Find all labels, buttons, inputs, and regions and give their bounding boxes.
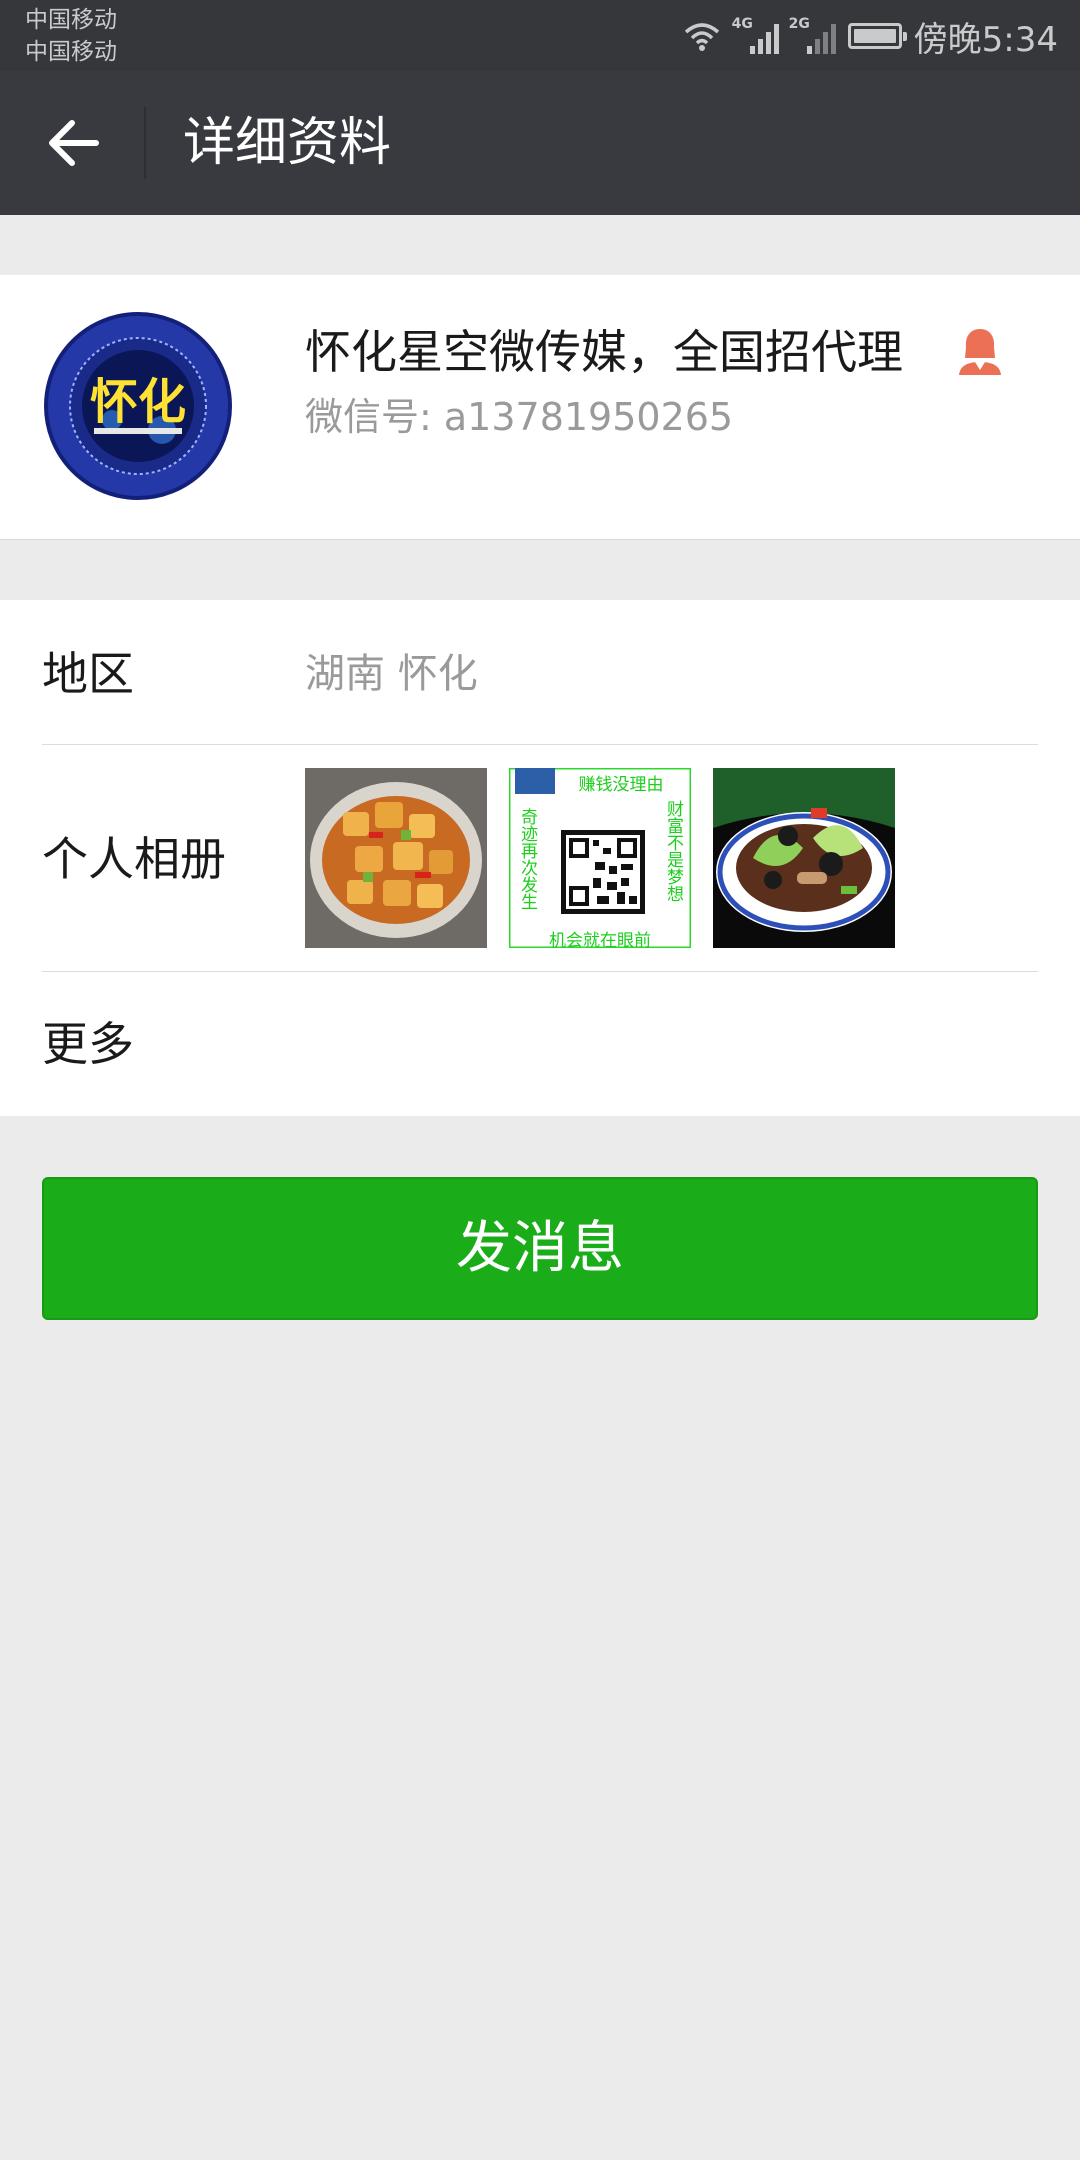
photo-caption: 财富不是梦想 [663, 800, 684, 902]
more-label: 更多 [42, 1017, 134, 1071]
network-type-label: 4G [731, 16, 753, 32]
album-photo-3[interactable] [713, 768, 895, 948]
header-bar: 详细资料 [0, 71, 1080, 215]
photo-caption: 机会就在眼前 [549, 931, 651, 948]
profile-name: 怀化星空微传媒，全国招代理 [305, 325, 903, 379]
header-divider [144, 107, 146, 179]
avatar[interactable]: 怀化 [42, 310, 235, 503]
carrier-label: 中国移动 [25, 7, 117, 33]
wifi-icon [684, 23, 719, 51]
battery-icon [847, 23, 907, 49]
clock: 傍晚5:34 [913, 19, 1058, 60]
signal-icon: 4G [731, 16, 779, 54]
send-message-button[interactable]: 发消息 [42, 1177, 1038, 1320]
page-title: 详细资料 [183, 113, 392, 173]
photo-caption: 奇迹再次发生 [517, 808, 538, 910]
divider [42, 971, 1038, 972]
signal-icon: 2G [788, 16, 836, 54]
album-label: 个人相册 [42, 832, 226, 886]
carrier-label: 中国移动 [25, 39, 117, 65]
wechat-id: 微信号: a13781950265 [305, 395, 734, 439]
photo-caption: 赚钱没理由 [579, 775, 664, 795]
album-photo-2[interactable]: 赚钱没理由 奇迹再次发生 财富不是梦想 机会就在眼前 [509, 768, 691, 948]
profile-card: 怀化 怀化星空微传媒，全国招代理 微信号: a13781950265 [0, 275, 1080, 540]
avatar-text: 怀化 [90, 374, 186, 430]
album-photo-1[interactable] [305, 768, 487, 948]
status-bar: 中国移动 中国移动 4G 2G 傍晚5:34 [0, 0, 1080, 71]
region-value: 湖南 怀化 [305, 651, 478, 697]
network-type-label: 2G [788, 16, 810, 32]
arrow-left-icon[interactable] [44, 113, 104, 173]
info-list: 地区 湖南 怀化 个人相册 赚钱没理由 奇迹再次发生 财富不是梦想 机会就在眼前… [0, 600, 1080, 1116]
female-icon [959, 329, 1001, 375]
divider [42, 744, 1038, 745]
region-label: 地区 [42, 647, 134, 701]
